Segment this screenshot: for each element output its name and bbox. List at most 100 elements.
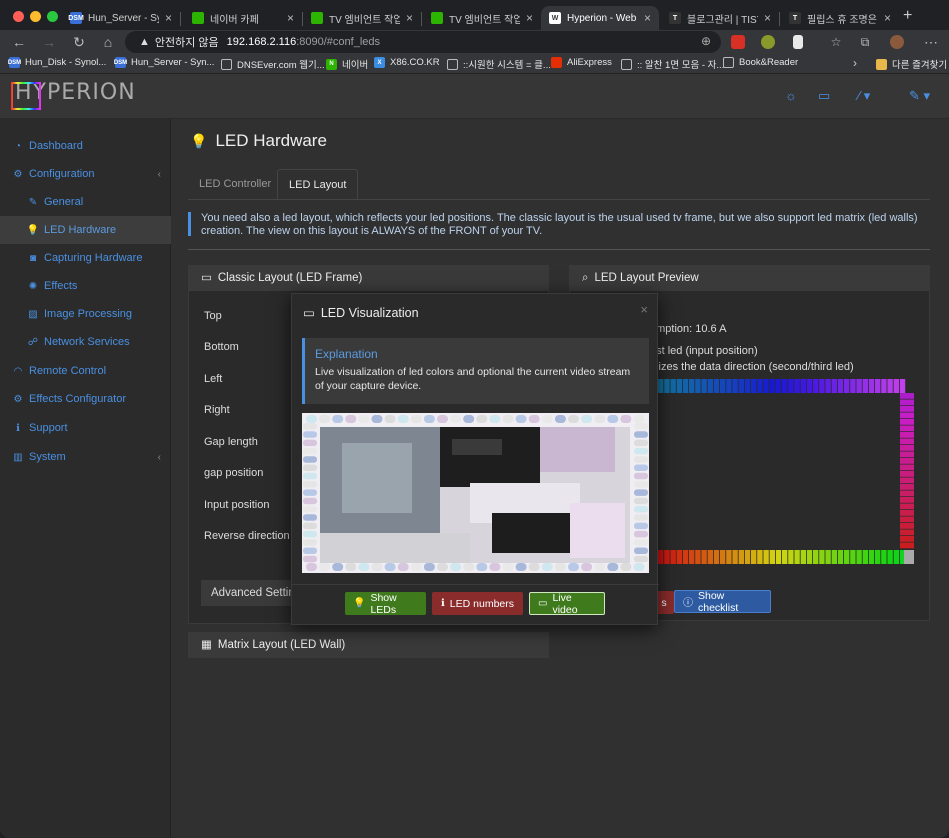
sidebar-item-led-hardware[interactable]: 💡 LED Hardware	[0, 216, 171, 244]
monitor-icon[interactable]: ▭	[818, 88, 830, 104]
led-cell	[813, 550, 819, 564]
bookmark-star-icon[interactable]: ☆	[827, 33, 845, 51]
show-checklist-button[interactable]: ⓘ Show checklist	[674, 590, 771, 614]
menu-icon[interactable]: ⋯	[922, 33, 940, 51]
url-path: :8090/#conf_leds	[296, 36, 380, 48]
close-icon[interactable]: ×	[526, 11, 533, 25]
led-cell	[900, 438, 914, 445]
sun-icon[interactable]: ☼	[785, 88, 797, 103]
sidebar-item-dashboard[interactable]: ◔ Dashboard	[0, 132, 171, 160]
led-cell	[682, 550, 689, 564]
viz-shape	[319, 563, 331, 571]
led-cell	[900, 406, 914, 412]
bookmark-item[interactable]: ::시원한 시스템 = 클...	[447, 57, 551, 71]
bird-icon	[447, 58, 458, 70]
led-cell	[844, 550, 850, 564]
sidebar-item-remote-control[interactable]: ◠ Remote Control	[0, 357, 171, 385]
address-bar[interactable]: ▲ 안전하지 않음 192.168.2.116:8090/#conf_leds …	[125, 31, 721, 53]
tab-label: 블로그관리 | TISTORY	[687, 14, 758, 26]
close-icon[interactable]: ×	[884, 11, 891, 25]
chevron-right-icon[interactable]: ›	[853, 56, 857, 70]
led-cell	[800, 379, 806, 393]
bookmark-item[interactable]: AliExpress	[551, 57, 612, 68]
field-label: Right	[204, 404, 230, 416]
sidebar: ◔ Dashboard ⚙ Configuration ‹ ✎ General 💡 LED Ha…	[0, 119, 171, 838]
hyperion-logo[interactable]: HYPERION	[11, 80, 136, 110]
matrix-layout-header[interactable]: ▦ Matrix Layout (LED Wall)	[189, 633, 548, 658]
bookmark-item[interactable]: Book&Reader	[723, 57, 798, 68]
show-leds-button[interactable]: 💡 Show LEDs	[345, 592, 426, 616]
viz-shape	[423, 563, 435, 571]
extension-icon[interactable]	[761, 35, 775, 49]
led-cell	[900, 445, 914, 451]
wrench-icon[interactable]: ✎ ▾	[909, 88, 930, 104]
home-icon[interactable]: ⌂	[99, 33, 117, 51]
sidebar-item-system[interactable]: ▥ System ‹	[0, 443, 171, 471]
magic-wand-icon[interactable]: ⁄ ▾	[858, 88, 870, 104]
tab-led-controller[interactable]: LED Controller	[188, 169, 282, 199]
led-numbers-button[interactable]: ℹ LED numbers	[432, 592, 523, 615]
close-icon[interactable]: ×	[287, 11, 294, 25]
led-cell	[800, 550, 806, 564]
extension-icon[interactable]	[793, 35, 803, 49]
led-cell	[813, 379, 819, 393]
viz-shape	[634, 539, 648, 546]
led-cell	[689, 379, 695, 393]
zoom-icon[interactable]: ⊕	[701, 34, 711, 48]
sidebar-item-capturing-hardware[interactable]: ◙ Capturing Hardware	[0, 244, 171, 272]
close-icon[interactable]: ×	[406, 11, 413, 25]
viz-shape	[581, 415, 593, 423]
close-window-button[interactable]	[13, 11, 24, 22]
sidebar-item-effects-configurator[interactable]: ⚙ Effects Configurator	[0, 385, 171, 413]
viz-shape	[345, 415, 357, 423]
close-icon[interactable]: ×	[644, 11, 651, 25]
classic-layout-header[interactable]: ▭ Classic Layout (LED Frame)	[189, 266, 548, 291]
close-icon[interactable]: ×	[764, 11, 771, 25]
bookmark-label: Book&Reader	[739, 57, 799, 68]
minimize-window-button[interactable]	[30, 11, 41, 22]
tab-7[interactable]: T 필립스 휴 조명은 가리 ×	[781, 6, 899, 30]
new-tab-button[interactable]: +	[903, 7, 912, 25]
led-cell	[875, 379, 881, 393]
tab-6[interactable]: T 블로그관리 | TISTORY ×	[661, 6, 779, 30]
back-icon[interactable]: ←	[10, 33, 28, 51]
tab-led-layout[interactable]: LED Layout	[277, 169, 359, 199]
field-label: gap position	[204, 467, 264, 479]
naver-cafe-icon	[311, 12, 323, 24]
tab-1[interactable]: DSM Hun_Server - Synology ×	[62, 6, 180, 30]
other-bookmarks[interactable]: 다른 즐겨찾기	[876, 57, 947, 71]
bookmark-item[interactable]: DSM Hun_Disk - Synol...	[8, 57, 106, 68]
viz-shape	[633, 563, 645, 571]
live-video-button[interactable]: ▭ Live video	[529, 592, 605, 616]
close-icon[interactable]: ×	[165, 11, 172, 25]
extension-icon[interactable]	[731, 35, 745, 49]
bookmark-item[interactable]: N 네이버	[326, 57, 368, 71]
led-cell	[738, 379, 744, 393]
close-icon[interactable]: ×	[640, 302, 648, 317]
field-label: Bottom	[204, 341, 239, 353]
led-cell	[856, 550, 862, 564]
viz-shape	[528, 563, 540, 571]
tab-4[interactable]: TV 엠비언트 작업기 1부 ×	[423, 6, 541, 30]
sidebar-item-support[interactable]: ℹ Support	[0, 414, 171, 442]
bookmark-item[interactable]: DSM Hun_Server - Syn...	[114, 57, 214, 68]
viz-shape	[541, 563, 553, 571]
sidebar-item-effects[interactable]: ✺ Effects	[0, 272, 171, 300]
tab-3[interactable]: TV 엠비언트 작업기 1부 ×	[303, 6, 421, 30]
sidebar-item-general[interactable]: ✎ General	[0, 188, 171, 216]
led-cell	[900, 393, 914, 399]
bookmark-item[interactable]: :: 알찬 1면 모음 - 자...	[621, 57, 724, 71]
sidebar-item-configuration[interactable]: ⚙ Configuration ‹	[0, 160, 171, 188]
avatar[interactable]	[890, 35, 904, 49]
bookmark-item[interactable]: X X86.CO.KR	[374, 57, 440, 68]
sidebar-item-network-services[interactable]: ☍ Network Services	[0, 328, 171, 356]
reload-icon[interactable]: ↻	[70, 33, 88, 51]
maximize-window-button[interactable]	[47, 11, 58, 22]
bookmark-item[interactable]: DNSEver.com 웹기...	[221, 57, 325, 71]
forward-icon[interactable]: →	[40, 33, 58, 51]
tab-5[interactable]: W Hyperion - Web Config ×	[541, 6, 659, 30]
tab-2[interactable]: 네이버 카페 ×	[184, 6, 302, 30]
led-cell	[763, 550, 769, 564]
collections-icon[interactable]: ⧉	[856, 33, 874, 51]
sidebar-item-image-processing[interactable]: ▨ Image Processing	[0, 300, 171, 328]
